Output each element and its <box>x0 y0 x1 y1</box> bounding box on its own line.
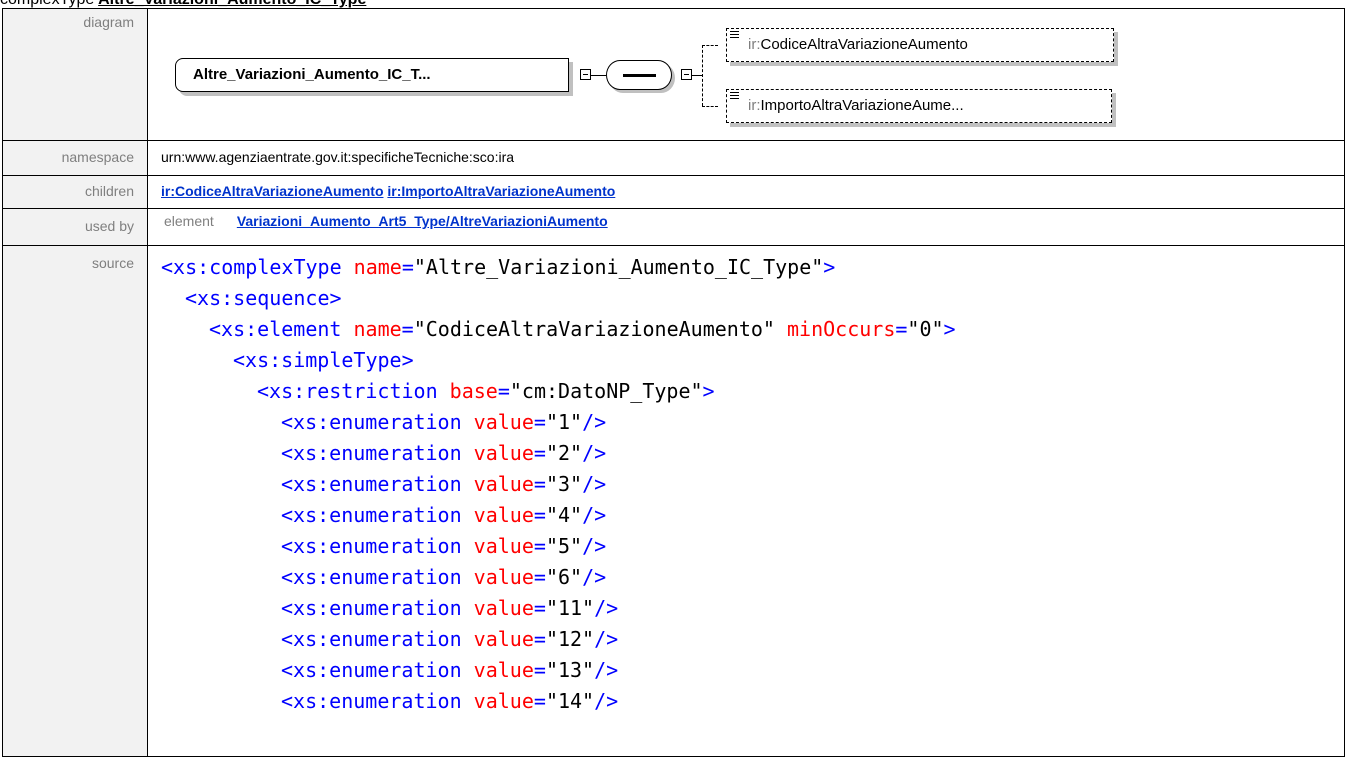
branch-line <box>702 45 703 106</box>
root-collapse-icon[interactable] <box>580 69 591 80</box>
element-icon <box>730 31 739 40</box>
diagram-child-codice[interactable]: ir:CodiceAltraVariazioneAumento <box>726 28 1114 62</box>
page-title-prefix: complexType <box>0 0 94 8</box>
source-label: source <box>91 255 134 271</box>
sequence-node[interactable] <box>606 60 672 90</box>
code-line-enumeration: <xs:enumeration value="6"/> <box>281 565 607 589</box>
sequence-icon <box>623 74 656 77</box>
child-prefix: ir: <box>748 36 761 53</box>
namespace-label: namespace <box>61 149 134 165</box>
code-line: <xs:complexType name="Altre_Variazioni_A… <box>161 255 836 279</box>
usedby-kind: element <box>164 213 214 229</box>
usedby-label-cell: used by <box>2 208 148 246</box>
code-line-enumeration: <xs:enumeration value="3"/> <box>281 472 607 496</box>
source-row: source <xs:complexType name="Altre_Varia… <box>2 245 1345 757</box>
usedby-link[interactable]: Variazioni_Aumento_Art5_Type/AltreVariaz… <box>237 213 608 229</box>
child-link-codice[interactable]: ir:CodiceAltraVariazioneAumento <box>161 183 384 199</box>
diagram-child-importo[interactable]: ir:ImportoAltraVariazioneAume... <box>726 89 1112 123</box>
code-line: <xs:sequence> <box>185 286 342 310</box>
diagram-root-node[interactable]: Altre_Variazioni_Aumento_IC_T... <box>175 58 569 92</box>
connector-line <box>692 75 702 76</box>
schema-doc-table: diagram Altre_Variazioni_Aumento_IC_T...… <box>2 8 1345 757</box>
branch-line-2 <box>702 106 718 107</box>
usedby-label: used by <box>84 218 134 234</box>
source-label-cell: source <box>2 245 148 757</box>
usedby-cell: element Variazioni_Aumento_Art5_Type/Altr… <box>147 208 1345 246</box>
code-line: <xs:restriction base="cm:DatoNP_Type"> <box>257 379 715 403</box>
usedby-row: used by element Variazioni_Aumento_Art5_T… <box>2 208 1345 246</box>
code-line-enumeration: <xs:enumeration value="5"/> <box>281 534 607 558</box>
child-name: ImportoAltraVariazioneAume... <box>760 97 964 114</box>
children-row: children ir:CodiceAltraVariazioneAumento… <box>2 175 1345 209</box>
namespace-row: namespace urn:www.agenziaentrate.gov.it:… <box>2 140 1345 176</box>
code-line-enumeration: <xs:enumeration value="12"/> <box>281 627 619 651</box>
code-line-enumeration: <xs:enumeration value="4"/> <box>281 503 607 527</box>
code-line-enumeration: <xs:enumeration value="11"/> <box>281 596 619 620</box>
source-code: <xs:complexType name="Altre_Variazioni_A… <box>148 246 1344 717</box>
children-label-cell: children <box>2 175 148 209</box>
child-link-importo[interactable]: ir:ImportoAltraVariazioneAumento <box>387 183 615 199</box>
namespace-cell: urn:www.agenziaentrate.gov.it:specifiche… <box>147 140 1345 176</box>
children-label: children <box>84 183 134 199</box>
element-icon <box>730 92 739 101</box>
page-title-name[interactable]: Altre_Variazioni_Aumento_IC_Type <box>98 0 366 8</box>
branch-line-1 <box>702 45 718 46</box>
connector-line <box>591 75 606 76</box>
sequence-collapse-icon[interactable] <box>681 69 692 80</box>
diagram-label: diagram <box>83 14 134 30</box>
diagram-cell: Altre_Variazioni_Aumento_IC_T... ir:Codi… <box>147 8 1345 141</box>
code-line-enumeration: <xs:enumeration value="13"/> <box>281 658 619 682</box>
code-line: <xs:simpleType> <box>233 348 414 372</box>
diagram-row: diagram Altre_Variazioni_Aumento_IC_T...… <box>2 8 1345 141</box>
diagram-root-label: Altre_Variazioni_Aumento_IC_T... <box>193 66 431 83</box>
schema-diagram: Altre_Variazioni_Aumento_IC_T... ir:Codi… <box>148 9 1344 140</box>
code-line-enumeration: <xs:enumeration value="2"/> <box>281 441 607 465</box>
diagram-label-cell: diagram <box>2 8 148 141</box>
source-cell: <xs:complexType name="Altre_Variazioni_A… <box>147 245 1345 757</box>
child-name: CodiceAltraVariazioneAumento <box>760 36 968 53</box>
namespace-label-cell: namespace <box>2 140 148 176</box>
code-line-enumeration: <xs:enumeration value="14"/> <box>281 689 619 713</box>
code-line: <xs:element name="CodiceAltraVariazioneA… <box>209 317 956 341</box>
code-line-enumeration: <xs:enumeration value="1"/> <box>281 410 607 434</box>
children-cell: ir:CodiceAltraVariazioneAumento ir:Impor… <box>147 175 1345 209</box>
namespace-value: urn:www.agenziaentrate.gov.it:specifiche… <box>161 149 515 165</box>
child-prefix: ir: <box>748 97 761 114</box>
